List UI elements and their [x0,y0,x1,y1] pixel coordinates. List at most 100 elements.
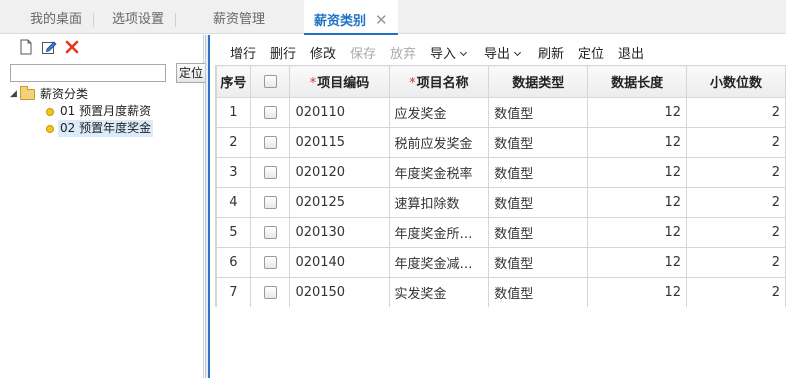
cell-seq[interactable]: 4 [216,187,251,218]
delete-icon[interactable] [64,39,80,55]
edit-icon[interactable] [41,39,57,55]
cell-seq[interactable]: 6 [216,247,251,278]
row-checkbox[interactable] [263,136,277,149]
tab-bar: 我的桌面 选项设置 薪资管理 薪资类别 ✕ [0,0,786,35]
tab-my-desktop[interactable]: 我的桌面 [30,0,95,34]
cell-type[interactable]: 数值型 [488,247,589,278]
tab-salary-category[interactable]: 薪资类别 ✕ [304,0,398,35]
locate-button[interactable]: 定位 [578,43,604,62]
cell-code[interactable]: 020120 [289,157,390,188]
tree-locate-button[interactable]: 定位 [176,63,206,83]
import-dropdown[interactable]: 导入 [430,43,468,62]
table-row[interactable]: 6 020140 年度奖金减… 数值型 12 2 [216,247,786,278]
cell-name[interactable]: 年度奖金所… [388,217,490,248]
new-icon[interactable] [18,39,34,55]
cell-code[interactable]: 020125 [289,187,390,218]
cell-select [249,97,291,128]
cell-type[interactable]: 数值型 [488,277,589,307]
table-row[interactable]: 4 020125 速算扣除数 数值型 12 2 [216,187,786,218]
table-row[interactable]: 5 020130 年度奖金所… 数值型 12 2 [216,217,786,248]
discard-button[interactable]: 放弃 [390,43,416,62]
collapse-toggle-icon[interactable]: ◢ [10,86,17,103]
cell-type[interactable]: 数值型 [488,187,589,218]
col-length-header[interactable]: 数据长度 [587,65,688,98]
cell-name[interactable]: 税前应发奖金 [388,127,490,158]
tab-options[interactable]: 选项设置 [112,0,177,34]
cell-length[interactable]: 12 [587,217,688,248]
cell-code[interactable]: 020110 [289,97,390,128]
table-row[interactable]: 2 020115 税前应发奖金 数值型 12 2 [216,127,786,158]
cell-select [249,277,291,307]
tab-salary-management[interactable]: 薪资管理 [213,0,265,34]
modify-button[interactable]: 修改 [310,43,336,62]
cell-length[interactable]: 12 [587,187,688,218]
cell-decimals[interactable]: 2 [686,247,786,278]
table-row[interactable]: 3 020120 年度奖金税率 数值型 12 2 [216,157,786,188]
cell-type[interactable]: 数值型 [488,97,589,128]
tree-search-row: 定位 [10,63,206,84]
cell-type[interactable]: 数值型 [488,217,589,248]
tree-item-annual-bonus[interactable]: 02 预置年度奖金 [8,120,204,137]
cell-seq[interactable]: 2 [216,127,251,158]
cell-decimals[interactable]: 2 [686,277,786,307]
add-row-button[interactable]: 增行 [230,43,256,62]
col-code-header[interactable]: *项目编码 [289,65,390,98]
table-row[interactable]: 1 020110 应发奖金 数值型 12 2 [216,97,786,128]
col-name-label: 项目名称 [416,76,469,91]
left-panel: 定位 ◢ 薪资分类 01 预置月度薪资 02 预置年度奖金 [4,35,206,378]
row-checkbox[interactable] [263,106,277,119]
export-dropdown[interactable]: 导出 [484,43,522,62]
cell-name[interactable]: 应发奖金 [388,97,490,128]
col-decimals-header[interactable]: 小数位数 [686,65,786,98]
refresh-button[interactable]: 刷新 [538,43,564,62]
row-checkbox[interactable] [263,226,277,239]
cell-code[interactable]: 020140 [289,247,390,278]
cell-name[interactable]: 年度奖金税率 [388,157,490,188]
tree-root-node[interactable]: ◢ 薪资分类 [8,86,204,103]
close-icon[interactable]: ✕ [375,0,388,40]
cell-length[interactable]: 12 [587,97,688,128]
required-mark: * [309,76,317,91]
cell-seq[interactable]: 1 [216,97,251,128]
cell-type[interactable]: 数值型 [488,127,589,158]
cell-decimals[interactable]: 2 [686,127,786,158]
cell-length[interactable]: 12 [587,247,688,278]
cell-code[interactable]: 020150 [289,277,390,307]
col-type-header[interactable]: 数据类型 [488,65,589,98]
table-row[interactable]: 7 020150 实发奖金 数值型 12 2 [216,277,786,307]
chevron-down-icon [513,48,522,57]
salary-item-table: 序号 *项目编码 *项目名称 数据类型 数据长度 小数位数 1 020110 应发奖… [216,65,786,307]
tree-search-input[interactable] [10,64,166,82]
cell-name[interactable]: 年度奖金减… [388,247,490,278]
panel-splitter[interactable] [205,35,210,378]
row-checkbox[interactable] [263,166,277,179]
cell-code[interactable]: 020115 [289,127,390,158]
select-all-checkbox[interactable] [263,75,277,88]
cell-seq[interactable]: 3 [216,157,251,188]
cell-seq[interactable]: 5 [216,217,251,248]
col-name-header[interactable]: *项目名称 [388,65,490,98]
row-checkbox[interactable] [263,256,277,269]
cell-name[interactable]: 速算扣除数 [388,187,490,218]
cell-name[interactable]: 实发奖金 [388,277,490,307]
cell-decimals[interactable]: 2 [686,217,786,248]
cell-code[interactable]: 020130 [289,217,390,248]
cell-decimals[interactable]: 2 [686,97,786,128]
cell-length[interactable]: 12 [587,127,688,158]
tree-root-label: 薪资分类 [40,87,89,101]
cell-length[interactable]: 12 [587,157,688,188]
export-label: 导出 [484,47,511,62]
table-header-row: 序号 *项目编码 *项目名称 数据类型 数据长度 小数位数 [216,65,786,98]
folder-icon [20,86,35,100]
cell-decimals[interactable]: 2 [686,157,786,188]
cell-length[interactable]: 12 [587,277,688,307]
row-checkbox[interactable] [263,286,277,299]
row-checkbox[interactable] [263,196,277,209]
exit-button[interactable]: 退出 [618,43,644,62]
tree-item-monthly-salary[interactable]: 01 预置月度薪资 [8,103,204,120]
save-button[interactable]: 保存 [350,43,376,62]
cell-seq[interactable]: 7 [216,277,251,307]
cell-type[interactable]: 数值型 [488,157,589,188]
cell-decimals[interactable]: 2 [686,187,786,218]
delete-row-button[interactable]: 删行 [270,43,296,62]
